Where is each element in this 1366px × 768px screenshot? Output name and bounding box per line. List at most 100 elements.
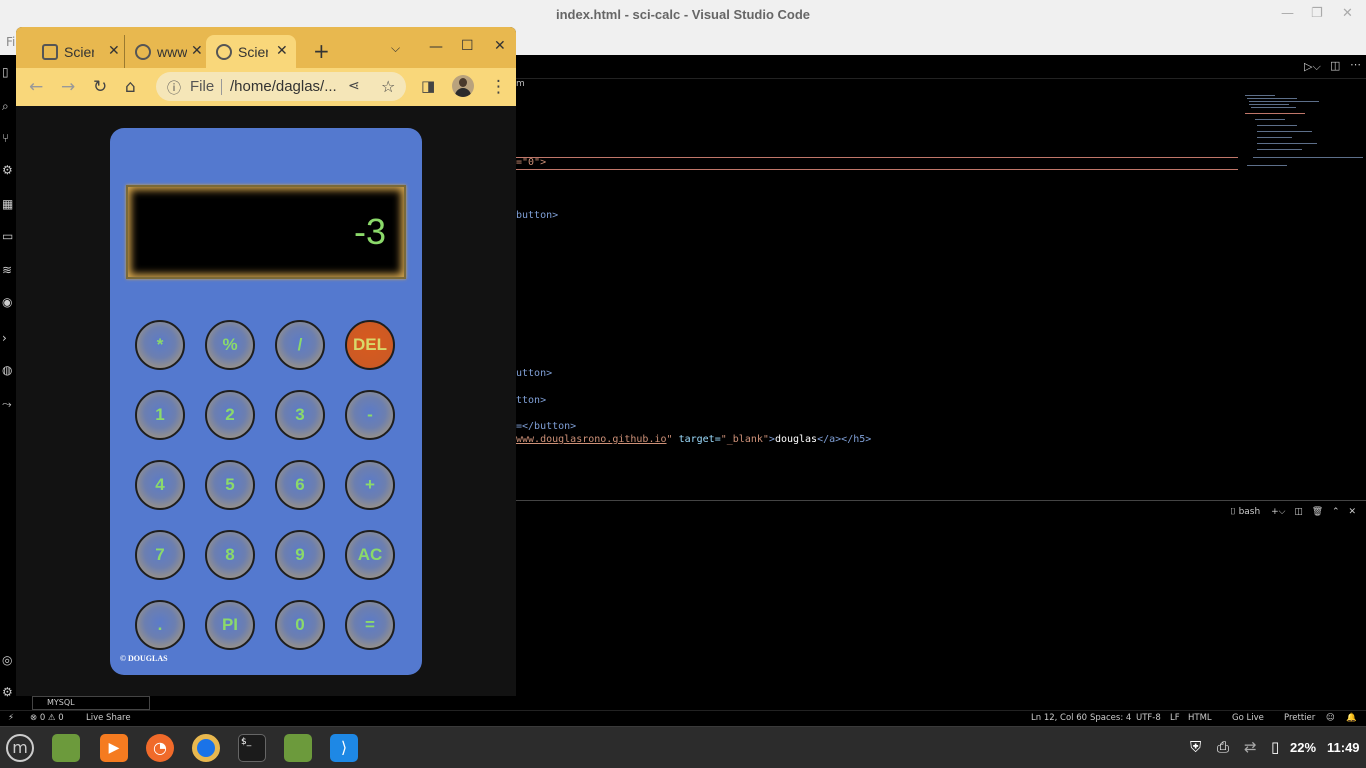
more-menu-icon[interactable]: ⋮: [490, 77, 507, 97]
run-icon[interactable]: ▷⌵: [1304, 60, 1321, 74]
cursor-position[interactable]: Ln 12, Col 60: [1031, 713, 1087, 723]
key-multiply[interactable]: *: [135, 320, 185, 370]
minimize-icon[interactable]: —: [429, 39, 443, 55]
vscode-icon[interactable]: ⟩: [330, 734, 358, 762]
breadcrumb-item[interactable]: m: [516, 79, 525, 89]
close-panel-icon[interactable]: ✕: [1348, 507, 1356, 517]
side-panel-icon[interactable]: ◨: [421, 77, 435, 95]
printer-icon[interactable]: ⎙: [1217, 738, 1229, 756]
maximize-icon[interactable]: ☐: [461, 38, 474, 54]
minimap[interactable]: [1245, 95, 1365, 175]
eol[interactable]: LF: [1170, 713, 1180, 723]
go-live-button[interactable]: Go Live: [1232, 713, 1264, 723]
new-tab-button[interactable]: +: [313, 39, 330, 63]
key-percent[interactable]: %: [205, 320, 255, 370]
maximize-icon[interactable]: ❐: [1311, 6, 1323, 21]
terminal-panel[interactable]: ⌷ bash +⌵ ◫ 🗑 ⌃ ✕: [516, 501, 1366, 710]
problems-count[interactable]: ⊗ 0 ⚠ 0: [30, 713, 64, 723]
key-pi[interactable]: PI: [205, 600, 255, 650]
close-tab-icon[interactable]: ✕: [276, 42, 288, 59]
terminal-name[interactable]: bash: [1239, 507, 1261, 517]
key-7[interactable]: 7: [135, 530, 185, 580]
back-icon[interactable]: ←: [29, 77, 43, 97]
language-mode[interactable]: HTML: [1188, 713, 1212, 723]
battery-icon[interactable]: ▯: [1271, 738, 1279, 756]
close-window-icon[interactable]: ✕: [494, 38, 506, 54]
key-all-clear[interactable]: AC: [345, 530, 395, 580]
add-terminal-icon[interactable]: +⌵: [1271, 507, 1285, 517]
key-plus[interactable]: +: [345, 460, 395, 510]
key-0[interactable]: 0: [275, 600, 325, 650]
key-2[interactable]: 2: [205, 390, 255, 440]
close-tab-icon[interactable]: ✕: [108, 42, 120, 59]
extensions-icon[interactable]: ▦: [2, 197, 16, 211]
clock[interactable]: 11:49: [1327, 740, 1360, 755]
live-share-icon[interactable]: ⤳: [2, 397, 16, 411]
address-bar[interactable]: ⓘ File /home/daglas/... ⋖ ☆: [156, 72, 406, 101]
trash-icon[interactable]: 🗑: [1312, 507, 1323, 517]
close-tab-icon[interactable]: ✕: [191, 42, 203, 59]
tab-search-chevron-icon[interactable]: ⌵: [391, 41, 400, 56]
key-equals[interactable]: =: [345, 600, 395, 650]
info-icon[interactable]: ⓘ: [167, 78, 181, 98]
browser-tab[interactable]: Scier ✕: [32, 35, 124, 68]
terminal-icon[interactable]: $_: [238, 734, 266, 762]
database-icon[interactable]: ≋: [2, 263, 16, 277]
bookmark-star-icon[interactable]: ☆: [381, 77, 395, 96]
key-decimal[interactable]: .: [135, 600, 185, 650]
media-player-icon[interactable]: ▶: [100, 734, 128, 762]
explorer-icon[interactable]: ▯: [2, 65, 16, 79]
key-1[interactable]: 1: [135, 390, 185, 440]
chrome-icon[interactable]: [192, 734, 220, 762]
firefox-icon[interactable]: ◔: [146, 734, 174, 762]
source-control-icon[interactable]: ⑂: [2, 131, 16, 145]
files-folder-icon[interactable]: [52, 734, 80, 762]
key-4[interactable]: 4: [135, 460, 185, 510]
mint-menu-icon[interactable]: m: [6, 734, 34, 762]
minimize-icon[interactable]: —: [1281, 6, 1294, 21]
maximize-panel-icon[interactable]: ⌃: [1332, 507, 1340, 517]
menu-file-partial[interactable]: Fi: [6, 35, 15, 49]
prettier-button[interactable]: Prettier: [1284, 713, 1315, 723]
shield-icon[interactable]: ⛨: [1190, 738, 1201, 756]
mysql-section[interactable]: MYSQL: [32, 696, 150, 710]
forward-icon[interactable]: →: [61, 77, 75, 97]
battery-percent[interactable]: 22%: [1290, 740, 1316, 755]
key-8[interactable]: 8: [205, 530, 255, 580]
account-icon[interactable]: ◎: [2, 653, 16, 667]
remote-explorer-icon[interactable]: ▭: [2, 229, 16, 243]
search-icon[interactable]: ⌕: [2, 99, 16, 113]
notifications-icon[interactable]: 🔔: [1346, 713, 1357, 723]
manage-gear-icon[interactable]: ⚙: [2, 685, 16, 699]
reload-icon[interactable]: ↻: [93, 77, 107, 97]
key-3[interactable]: 3: [275, 390, 325, 440]
code-link[interactable]: www.douglasrono.github.io: [516, 434, 667, 445]
network-icon[interactable]: ⇄: [1244, 738, 1257, 756]
home-icon[interactable]: ⌂: [125, 77, 136, 97]
key-divide[interactable]: /: [275, 320, 325, 370]
folder-icon[interactable]: [284, 734, 312, 762]
url-text[interactable]: /home/daglas/...: [230, 78, 337, 95]
indentation[interactable]: Spaces: 4: [1090, 713, 1131, 723]
key-9[interactable]: 9: [275, 530, 325, 580]
live-share-button[interactable]: Live Share: [86, 713, 131, 723]
share-icon[interactable]: ⋖: [348, 78, 360, 94]
close-icon[interactable]: ✕: [1342, 6, 1353, 21]
split-editor-icon[interactable]: ◫: [1330, 59, 1340, 72]
debug-icon[interactable]: ⚙: [2, 163, 16, 177]
split-terminal-icon[interactable]: ◫: [1294, 507, 1303, 517]
browser-tab-active[interactable]: Scier ✕: [206, 35, 296, 68]
feedback-icon[interactable]: ☺: [1326, 713, 1335, 723]
key-5[interactable]: 5: [205, 460, 255, 510]
browser-tab[interactable]: www ✕: [124, 35, 206, 68]
docker-icon[interactable]: ◍: [2, 363, 16, 377]
key-delete[interactable]: DEL: [345, 320, 395, 370]
avatar[interactable]: [452, 75, 474, 97]
key-minus[interactable]: -: [345, 390, 395, 440]
key-6[interactable]: 6: [275, 460, 325, 510]
encoding[interactable]: UTF-8: [1136, 713, 1161, 723]
github-icon[interactable]: ◉: [2, 295, 16, 309]
chevron-icon[interactable]: ›: [2, 331, 16, 345]
remote-icon[interactable]: ⚡: [8, 713, 14, 723]
more-actions-icon[interactable]: ⋯: [1350, 58, 1361, 71]
